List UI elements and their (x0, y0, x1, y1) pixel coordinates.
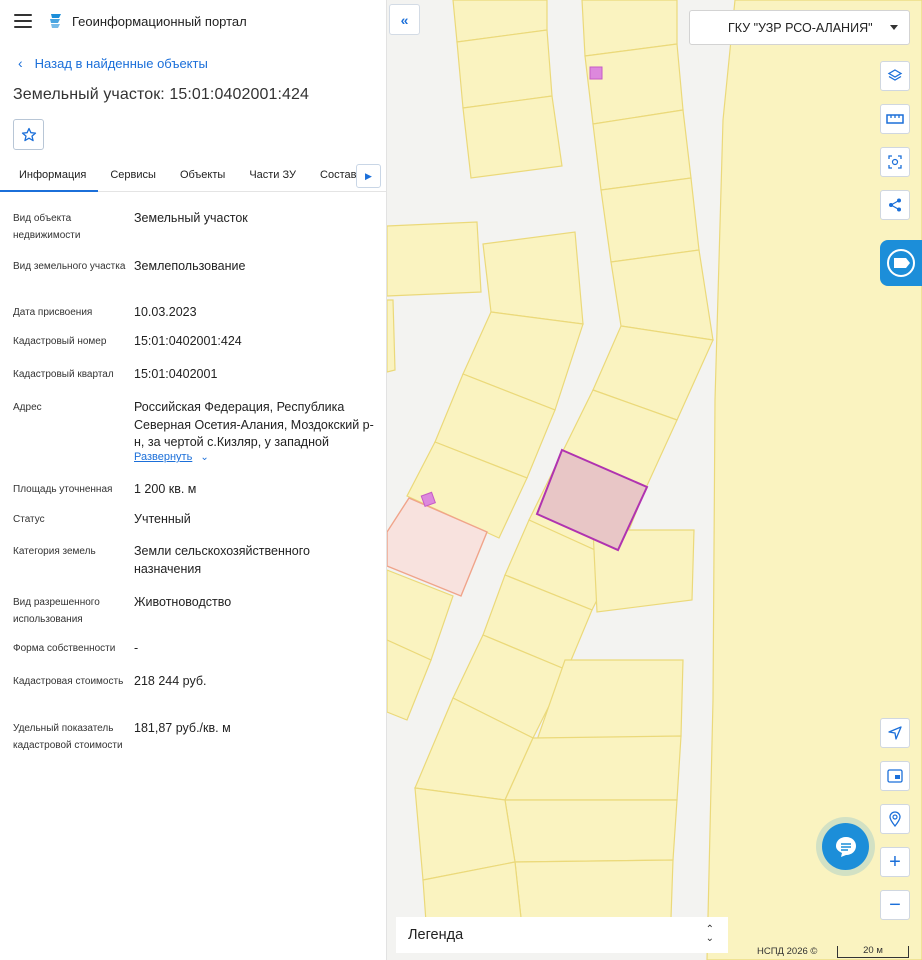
ruler-icon (886, 114, 904, 124)
zoom-in-button[interactable]: + (880, 847, 910, 877)
map-canvas[interactable]: циан (387, 0, 922, 960)
tab-objects[interactable]: Объекты (168, 162, 237, 192)
tab-services[interactable]: Сервисы (98, 162, 168, 192)
share-button[interactable] (880, 190, 910, 220)
info-label: Статус (13, 514, 45, 525)
info-label: Вид объекта недвижимости (13, 213, 81, 241)
minimap-button[interactable] (880, 761, 910, 791)
cadastral-map (387, 0, 922, 960)
support-tab-button[interactable] (880, 240, 922, 286)
chat-button[interactable] (822, 823, 869, 870)
chevron-down-icon: ⌄ (200, 452, 209, 463)
parcel (504, 799, 678, 863)
scale-label: 20 м (863, 945, 883, 956)
info-value: Земельный участок (134, 211, 248, 225)
navigation-arrow-icon (888, 726, 902, 740)
favorite-button[interactable] (13, 119, 44, 150)
legend-label: Легенда (408, 927, 464, 943)
info-label: Вид разрешенного использования (13, 597, 100, 625)
map-attribution: НСПД 2026 © (757, 946, 818, 957)
info-value: 15:01:0402001 (134, 367, 218, 381)
chat-icon (835, 836, 856, 857)
info-value: Земли сельскохозяйственного назначения (134, 544, 310, 576)
parcel (482, 231, 584, 325)
info-label: Кадастровая стоимость (13, 676, 124, 687)
minus-icon: − (889, 894, 901, 916)
info-label: Вид земельного участка (13, 261, 126, 272)
info-value: 15:01:0402001:424 (134, 334, 242, 348)
info-value: 218 244 руб. (134, 674, 207, 688)
map-pin-icon (889, 811, 901, 827)
area-select-button[interactable] (880, 147, 910, 177)
info-value: Землепользование (134, 259, 246, 273)
info-label: Площадь уточненная (13, 484, 113, 495)
map-scale-bar: 20 м (837, 946, 909, 958)
geolocation-button[interactable] (880, 718, 910, 748)
info-value: - (134, 641, 139, 655)
expand-collapse-icon: ⌃ ⌄ (705, 924, 714, 944)
caret-down-icon (890, 25, 898, 30)
info-value: Животноводство (134, 595, 232, 609)
expand-link[interactable]: Развернуть ⌄ (134, 451, 209, 463)
tab-info[interactable]: Информация (0, 162, 99, 192)
info-label: Адрес (13, 402, 42, 413)
info-label: Кадастровый квартал (13, 369, 114, 380)
map-marker (589, 66, 603, 80)
layers-icon (887, 69, 903, 81)
collapse-panel-button[interactable]: « (389, 4, 420, 35)
portal-logo-icon (50, 14, 61, 28)
parcel (600, 177, 700, 263)
parcel (592, 109, 692, 191)
back-link[interactable]: ‹ Назад в найденные объекты (0, 52, 386, 74)
tab-bar: Информация Сервисы Объекты Части ЗУ Сост… (0, 162, 386, 192)
parcel (504, 735, 682, 801)
organization-select-value: ГКУ "УЗР РСО-АЛАНИЯ" (728, 20, 873, 35)
zoom-out-button[interactable]: − (880, 890, 910, 920)
info-label: Категория земель (13, 546, 96, 557)
chevron-left-icon: ‹ (18, 55, 23, 71)
info-value: 10.03.2023 (134, 305, 197, 319)
parcel (387, 299, 396, 373)
info-label: Кадастровый номер (13, 336, 107, 347)
top-bar: Геоинформационный портал (0, 0, 386, 42)
menu-icon[interactable] (14, 14, 32, 28)
parcel (514, 859, 674, 919)
info-value: 181,87 руб./кв. м (134, 721, 231, 735)
parcel (456, 29, 553, 109)
info-label: Удельный показатель кадастровой стоимост… (13, 723, 123, 751)
minimap-icon (887, 769, 903, 783)
message-icon (887, 249, 915, 277)
layers-button[interactable] (880, 61, 910, 91)
info-value: Российская Федерация, Республика Северна… (134, 400, 374, 449)
back-link-label: Назад в найденные объекты (34, 55, 208, 71)
search-by-point-button[interactable] (880, 804, 910, 834)
info-label: Дата присвоения (13, 307, 93, 318)
legend-toggle[interactable]: Легенда ⌃ ⌄ (396, 917, 728, 953)
info-value: Учтенный (134, 512, 191, 526)
expand-link-label: Развернуть (134, 451, 193, 463)
star-icon (21, 127, 36, 141)
organization-select[interactable]: ГКУ "УЗР РСО-АЛАНИЯ" (689, 10, 910, 45)
info-label: Форма собственности (13, 643, 116, 654)
portal-title: Геоинформационный портал (72, 13, 247, 29)
tab-parts[interactable]: Части ЗУ (237, 162, 308, 192)
object-info-panel: Геоинформационный портал ‹ Назад в найде… (0, 0, 387, 960)
info-value: 1 200 кв. м (134, 482, 197, 496)
page-title: Земельный участок: 15:01:0402001:424 (13, 86, 310, 103)
plus-icon: + (889, 851, 901, 873)
measure-button[interactable] (880, 104, 910, 134)
parcel (387, 221, 482, 297)
tabs-scroll-right-button[interactable]: ▶ (356, 164, 381, 188)
select-area-icon (888, 155, 902, 169)
parcel (462, 95, 563, 179)
share-icon (889, 198, 901, 212)
